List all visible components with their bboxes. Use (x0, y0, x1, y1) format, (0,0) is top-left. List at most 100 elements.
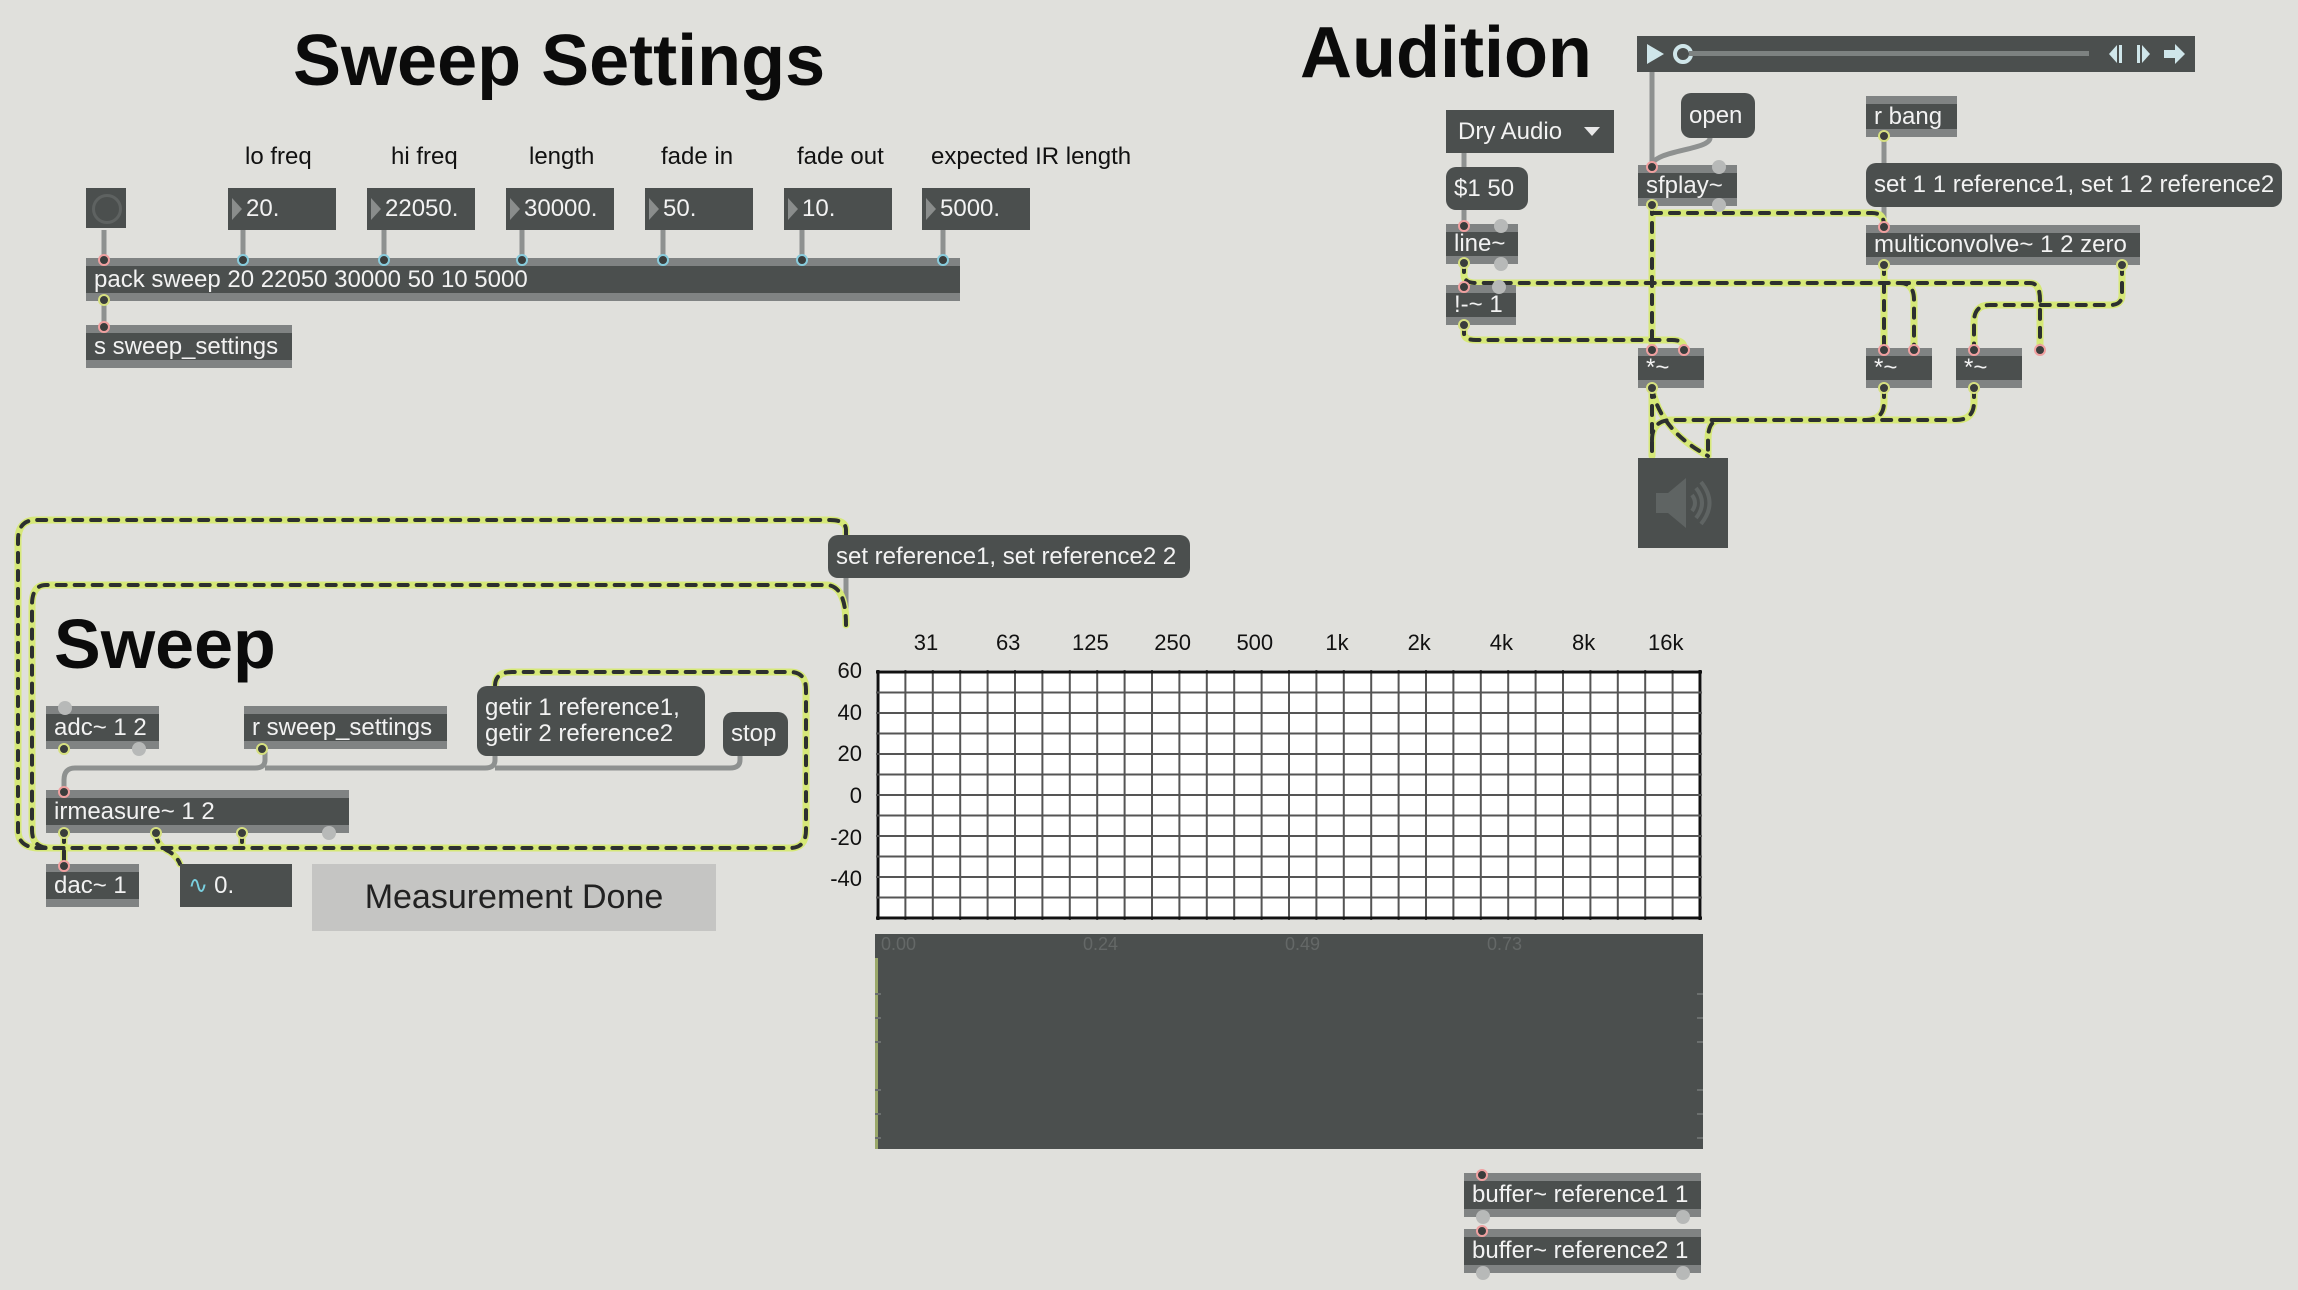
getir-line-1: getir 1 reference1, (485, 694, 680, 721)
inlet[interactable] (657, 254, 669, 266)
freq-tick-label: 31 (913, 630, 939, 655)
outlet[interactable] (1458, 319, 1470, 331)
level-mark (875, 1041, 881, 1043)
inlet[interactable] (58, 860, 70, 872)
hi-freq-number[interactable]: 22050. (367, 188, 475, 230)
fade-in-number[interactable]: 50. (645, 188, 753, 230)
ramp-message[interactable]: $1 50 (1446, 167, 1528, 210)
outlet[interactable] (1494, 257, 1508, 271)
frequency-response-graph[interactable] (876, 670, 1702, 920)
waveform-cursor[interactable] (875, 958, 878, 1149)
inlet[interactable] (1968, 344, 1980, 356)
inlet[interactable] (1492, 280, 1506, 294)
outlet[interactable] (256, 743, 268, 755)
outlet[interactable] (98, 294, 110, 306)
time-tick-label: 0.73 (1487, 934, 1523, 954)
outlet[interactable] (322, 826, 336, 840)
outlet[interactable] (1646, 382, 1658, 394)
playbar[interactable] (1637, 36, 2195, 72)
outlet[interactable] (1676, 1210, 1690, 1224)
outlet[interactable] (1878, 382, 1890, 394)
irmeasure-object[interactable]: irmeasure~ 1 2 (46, 790, 349, 833)
buffer-reference1-object[interactable]: buffer~ reference1 1 (1464, 1173, 1701, 1217)
outlet[interactable] (1476, 1210, 1490, 1224)
fade-out-number[interactable]: 10. (784, 188, 892, 230)
inlet[interactable] (2034, 344, 2046, 356)
inlet[interactable] (1908, 344, 1920, 356)
outlet[interactable] (1676, 1266, 1690, 1280)
audio-source-menu[interactable]: Dry Audio (1446, 110, 1614, 153)
inlet[interactable] (237, 254, 249, 266)
inlet[interactable] (1476, 1225, 1488, 1237)
set-reference-message[interactable]: set reference1, set reference2 2 (828, 535, 1190, 578)
inlet[interactable] (1476, 1169, 1488, 1181)
signal-tilde-icon: ∿ (188, 872, 209, 899)
step-back-icon (2109, 45, 2117, 63)
outlet[interactable] (1646, 199, 1658, 211)
outlet[interactable] (132, 742, 146, 756)
outlet[interactable] (58, 827, 70, 839)
inlet[interactable] (98, 321, 110, 333)
waveform-display[interactable]: 0.00 0.24 0.49 0.73 (875, 934, 1703, 1149)
inlet[interactable] (1458, 281, 1470, 293)
ezdac-speaker-button[interactable] (1638, 458, 1728, 548)
freq-tick-label: 500 (1236, 630, 1274, 655)
freq-tick-label: 4k (1489, 630, 1514, 655)
inlet[interactable] (98, 254, 110, 266)
hi-freq-value: 22050. (385, 195, 459, 222)
inverse-object[interactable]: !-~ 1 (1446, 285, 1516, 325)
getir-message[interactable]: getir 1 reference1, getir 2 reference2 (477, 686, 705, 756)
inlet[interactable] (1646, 161, 1658, 173)
freq-tick-label: 8k (1571, 630, 1596, 655)
inlet[interactable] (1646, 344, 1658, 356)
outlet[interactable] (1878, 130, 1890, 142)
inlet[interactable] (1878, 344, 1890, 356)
level-mark (1697, 1113, 1703, 1115)
inlet[interactable] (378, 254, 390, 266)
buffer-reference2-object[interactable]: buffer~ reference2 1 (1464, 1229, 1701, 1273)
receive-sweep-settings-object[interactable]: r sweep_settings (244, 706, 447, 749)
open-message[interactable]: open (1681, 93, 1755, 138)
outlet[interactable] (58, 743, 70, 755)
inlet[interactable] (1678, 344, 1690, 356)
audition-heading: Audition (1300, 13, 1592, 93)
inlet[interactable] (58, 701, 72, 715)
inlet[interactable] (1712, 160, 1726, 174)
signal-number[interactable]: ∿ 0. (180, 864, 292, 907)
time-tick-label: 0.00 (881, 934, 917, 954)
db-tick-label: -20 (830, 824, 862, 850)
cord-open-sfplay (1649, 136, 1713, 167)
cord-getir-irmeasure (265, 756, 498, 771)
sweep-settings-heading: Sweep Settings (293, 21, 826, 101)
set-buffers-message[interactable]: set 1 1 reference1, set 1 2 reference2 (1866, 163, 2282, 207)
stop-message[interactable]: stop (723, 712, 788, 756)
multiconvolve-object[interactable]: multiconvolve~ 1 2 zero (1866, 225, 2140, 265)
outlet[interactable] (1458, 257, 1470, 269)
outlet[interactable] (236, 827, 248, 839)
inlet[interactable] (1494, 219, 1508, 233)
multiply-object-right[interactable]: *~ (1956, 348, 2022, 388)
send-sweep-settings-object[interactable]: s sweep_settings (86, 325, 292, 368)
outlet[interactable] (2116, 259, 2128, 271)
db-tick-label: 40 (837, 699, 862, 725)
inlet[interactable] (796, 254, 808, 266)
expected-ir-length-number[interactable]: 5000. (922, 188, 1030, 230)
chevron-down-icon (1584, 127, 1600, 136)
outlet[interactable] (1476, 1266, 1490, 1280)
lo-freq-number[interactable]: 20. (228, 188, 336, 230)
inlet[interactable] (1458, 220, 1470, 232)
inlet[interactable] (516, 254, 528, 266)
inlet[interactable] (1878, 221, 1890, 233)
lo-freq-value: 20. (246, 195, 280, 222)
measurement-done-button[interactable]: Measurement Done (312, 864, 716, 931)
bang-button[interactable] (86, 188, 126, 228)
inlet[interactable] (937, 254, 949, 266)
length-number[interactable]: 30000. (506, 188, 614, 230)
outlet[interactable] (150, 827, 162, 839)
inlet[interactable] (58, 786, 70, 798)
multiply-object-left[interactable]: *~ (1866, 348, 1932, 388)
line-object[interactable]: line~ (1446, 224, 1518, 264)
outlet[interactable] (1712, 198, 1726, 212)
outlet[interactable] (1878, 259, 1890, 271)
outlet[interactable] (1968, 382, 1980, 394)
